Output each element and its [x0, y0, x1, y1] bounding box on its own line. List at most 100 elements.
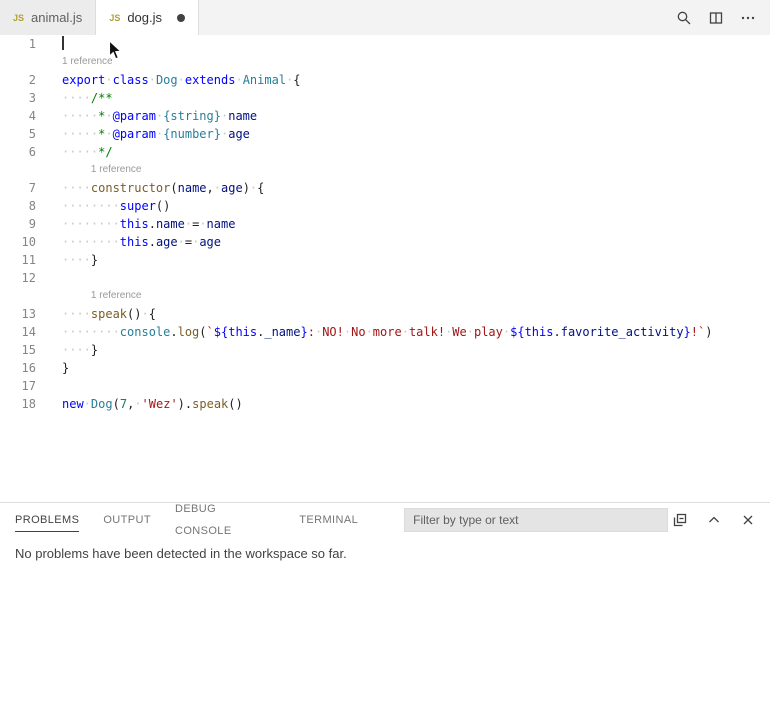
editor-rows: 11 reference2export·class·Dog·extends·An… — [0, 35, 770, 413]
code-token: · — [178, 73, 185, 87]
line-number: 12 — [0, 269, 36, 287]
codelens-row: 1 reference — [0, 161, 770, 179]
code-line[interactable] — [62, 377, 770, 395]
codelens-line: 1 reference — [62, 53, 770, 71]
code-token: export — [62, 73, 105, 87]
tab-bar-spacer — [199, 0, 672, 35]
code-line[interactable]: export·class·Dog·extends·Animal·{ — [62, 71, 770, 89]
code-token: @param — [113, 109, 156, 123]
panel-tab-debug-console[interactable]: DEBUG CONSOLE — [175, 498, 275, 543]
code-row: 5·····*·@param·{number}·age — [0, 125, 770, 143]
code-token: super — [120, 199, 156, 213]
code-line[interactable]: ····} — [62, 341, 770, 359]
split-editor-icon[interactable] — [704, 6, 728, 30]
panel-tab-terminal[interactable]: TERMINAL — [299, 509, 358, 532]
line-number — [0, 287, 36, 305]
code-token: () — [127, 307, 141, 321]
code-line[interactable]: ····speak()·{ — [62, 305, 770, 323]
code-line[interactable]: ·····*/ — [62, 143, 770, 161]
code-line[interactable]: ····constructor(name,·age)·{ — [62, 179, 770, 197]
tab-label: dog.js — [127, 10, 162, 25]
code-token: name — [207, 217, 236, 231]
code-token: ···· — [62, 343, 91, 357]
code-line[interactable]: ········this.name·=·name — [62, 215, 770, 233]
tab-dog-js[interactable]: JS dog.js — [96, 0, 199, 35]
code-token: ········ — [62, 199, 120, 213]
code-token: . — [553, 325, 560, 339]
code-row: 11····} — [0, 251, 770, 269]
code-token: · — [199, 217, 206, 231]
code-token: ········ — [62, 235, 120, 249]
code-line[interactable] — [62, 269, 770, 287]
code-token: age — [228, 127, 250, 141]
javascript-file-icon: JS — [109, 13, 120, 23]
code-token: _name — [264, 325, 300, 339]
editor-actions — [672, 0, 770, 35]
collapse-all-icon[interactable] — [668, 508, 692, 532]
code-token: 7 — [120, 397, 127, 411]
code-line[interactable] — [62, 35, 770, 53]
problems-filter-input[interactable] — [404, 508, 668, 532]
codelens-line: 1 reference — [62, 287, 770, 305]
code-token: 'Wez' — [142, 397, 178, 411]
code-token: this — [525, 325, 554, 339]
code-token: Dog — [91, 397, 113, 411]
code-token: !` — [691, 325, 705, 339]
maximize-panel-icon[interactable] — [702, 508, 726, 532]
code-token: ( — [199, 325, 206, 339]
line-number: 5 — [0, 125, 36, 143]
code-token: age — [199, 235, 221, 249]
code-token: : — [308, 325, 315, 339]
code-token: new — [62, 397, 84, 411]
code-token: No — [351, 325, 365, 339]
code-line[interactable]: new·Dog(7,·'Wez').speak() — [62, 395, 770, 413]
code-row: 6·····*/ — [0, 143, 770, 161]
code-token: ` — [207, 325, 214, 339]
panel-tab-output[interactable]: OUTPUT — [103, 509, 151, 532]
line-number: 1 — [0, 35, 36, 53]
code-line[interactable]: ····} — [62, 251, 770, 269]
code-line[interactable]: ·····*·@param·{string}·name — [62, 107, 770, 125]
code-token: age — [156, 235, 178, 249]
line-number: 13 — [0, 305, 36, 323]
code-token: } — [62, 361, 69, 375]
code-row: 18new·Dog(7,·'Wez').speak() — [0, 395, 770, 413]
code-row: 13 ····speak()·{ — [0, 305, 770, 323]
code-token: this — [120, 217, 149, 231]
code-token: = — [185, 235, 192, 249]
code-line[interactable]: ········super() — [62, 197, 770, 215]
code-token: · — [105, 127, 112, 141]
more-actions-icon[interactable] — [736, 6, 760, 30]
tab-animal-js[interactable]: JS animal.js — [0, 0, 96, 35]
code-token: , — [207, 181, 214, 195]
codelens-row: 1 reference — [0, 287, 770, 305]
code-token: } — [91, 343, 98, 357]
close-panel-icon[interactable] — [736, 508, 760, 532]
codelens-line: 1 reference — [62, 161, 770, 179]
code-line[interactable]: ·····*·@param·{number}·age — [62, 125, 770, 143]
search-icon[interactable] — [672, 6, 696, 30]
code-token: { — [293, 73, 300, 87]
code-line[interactable]: } — [62, 359, 770, 377]
code-token: ···· — [62, 181, 91, 195]
code-token: Animal — [243, 73, 286, 87]
code-token: · — [402, 325, 409, 339]
code-token: { — [149, 307, 156, 321]
code-token: ${ — [214, 325, 228, 339]
code-line[interactable]: ····/** — [62, 89, 770, 107]
codelens-references-link[interactable]: 1 reference — [62, 56, 113, 67]
code-line[interactable]: ········this.age·=·age — [62, 233, 770, 251]
codelens-references-link[interactable]: 1 reference — [91, 290, 142, 301]
code-editor[interactable]: 11 reference2export·class·Dog·extends·An… — [0, 35, 770, 502]
panel-tab-problems[interactable]: PROBLEMS — [15, 509, 79, 532]
code-row: 16} — [0, 359, 770, 377]
code-token: extends — [185, 73, 236, 87]
modified-indicator-dot[interactable] — [177, 14, 185, 22]
code-token: NO! — [322, 325, 344, 339]
code-row: 17 — [0, 377, 770, 395]
code-line[interactable]: ········console.log(`${this._name}:·NO!·… — [62, 323, 770, 341]
code-token: log — [178, 325, 200, 339]
code-token: /** — [91, 91, 113, 105]
codelens-references-link[interactable]: 1 reference — [91, 164, 142, 175]
code-token: ········ — [62, 217, 120, 231]
